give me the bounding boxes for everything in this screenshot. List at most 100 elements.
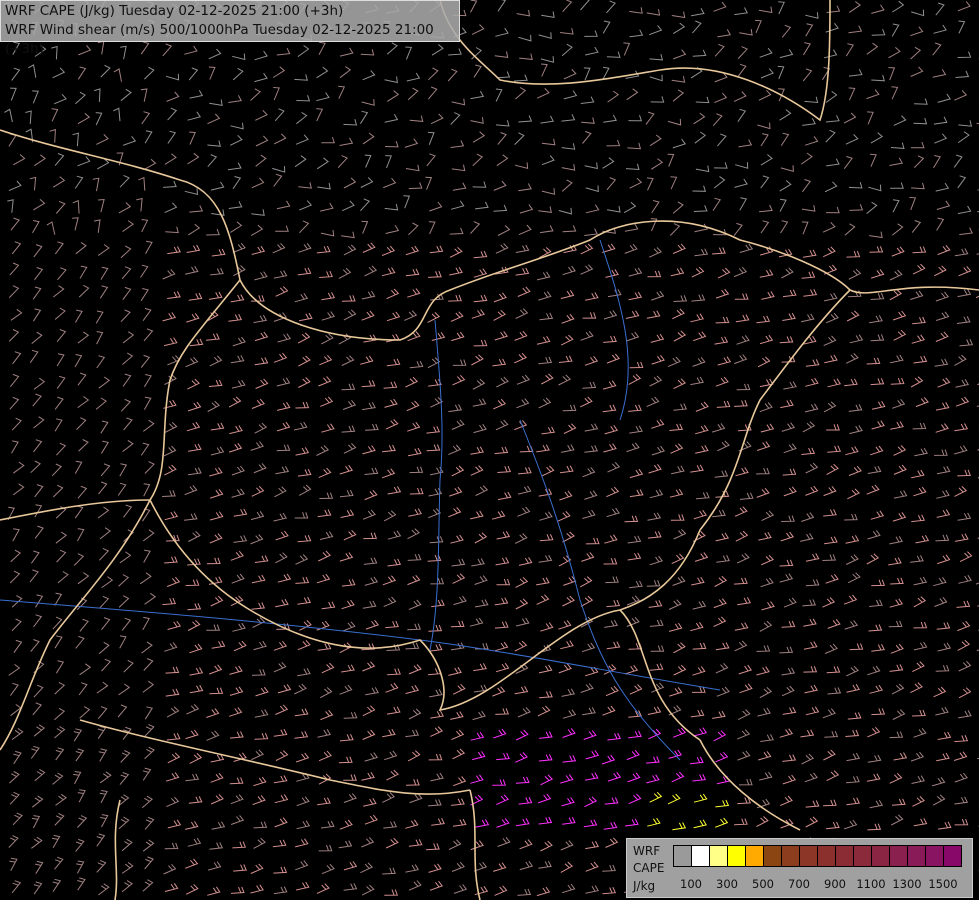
wind-barb [672,89,685,102]
wind-barb [360,355,374,365]
wind-barb [273,512,287,522]
wind-barb [649,25,663,36]
wind-barb [779,336,794,344]
wind-barb [361,310,375,321]
legend-color-scale [673,845,962,867]
wind-barb [341,579,356,587]
wind-barb [937,731,952,740]
wind-barb [385,225,400,234]
wind-barb [538,397,552,409]
wind-barb [185,356,199,368]
wind-barb [275,704,289,715]
wind-barb [691,576,705,586]
wind-barb [539,731,553,739]
legend-tick-label: 500 [752,877,774,891]
wind-barb [606,177,617,191]
wind-barb [580,330,594,341]
wind-barb [273,173,283,187]
wind-barb [760,175,770,189]
wind-barb [451,465,465,477]
wind-barb [11,440,19,454]
wind-barb [959,551,973,563]
wind-barb [431,332,446,341]
wind-barb [143,483,151,497]
wind-barb [339,819,353,830]
wind-barb [339,137,354,146]
wind-barb [427,357,441,369]
wind-barb [712,197,721,211]
legend-tick-label: 1500 [928,877,958,891]
wind-barb [10,87,17,101]
wind-barb [497,836,511,847]
wind-barb [295,447,310,456]
wind-barb [646,9,661,16]
wind-barb [716,775,731,785]
wind-barb [541,426,556,435]
wind-barb [849,1,861,13]
wind-barb [166,91,180,102]
wind-barb [669,423,684,431]
wind-barb [670,514,685,521]
wind-barb [734,506,748,517]
wind-barb [365,619,380,630]
wind-barb [429,201,443,212]
wind-barb [758,532,772,541]
wind-barb [515,244,530,253]
wind-barb [360,177,374,188]
wind-barb [649,134,662,147]
wind-barb [426,444,441,452]
wind-barb [10,373,20,388]
wind-barb [122,352,134,365]
wind-barb [13,154,26,166]
wind-barb [515,267,530,276]
wind-barb [690,622,704,632]
wind-barb [759,402,773,413]
wind-barb [579,576,593,588]
wind-barb [540,115,554,124]
wind-barb [869,599,883,607]
wind-barb [362,70,376,81]
wind-barb [716,400,731,408]
wind-barb [188,223,201,236]
wind-barb [452,683,466,695]
wind-barb [734,7,748,16]
wind-barb [958,574,972,584]
wind-barb [449,227,464,235]
wind-barb [361,99,375,106]
wind-barb [538,860,552,869]
wind-barb [910,376,924,388]
wind-barb [560,840,574,851]
wind-barb [584,30,598,37]
wind-barb [210,422,225,431]
wind-barb [824,643,838,654]
wind-barb [363,557,378,565]
wind-barb [143,549,151,563]
wind-barb [9,262,20,276]
wind-barb [32,308,42,322]
wind-barb [910,290,924,300]
wind-barb [518,796,533,805]
wind-barb [715,751,729,763]
wind-barb [184,188,199,195]
wind-barb [779,198,787,212]
wind-barb [647,270,662,278]
wind-barb [495,557,510,566]
wind-barb [691,8,705,17]
wind-barb [339,66,352,79]
wind-barb [515,617,530,627]
wind-barb [629,489,644,498]
wind-barb [893,115,907,126]
wind-barb [9,682,19,696]
wind-barb [166,732,181,741]
wind-barb [184,821,199,830]
wind-barb [584,228,598,236]
wind-barb [189,90,204,99]
wind-barb [625,310,640,319]
wind-barb [386,311,401,322]
wind-barb [562,404,577,412]
wind-barb [911,514,926,523]
wind-barb [451,729,465,741]
wind-barb [607,206,621,213]
wind-barb [362,729,376,740]
wind-barb [28,64,37,78]
